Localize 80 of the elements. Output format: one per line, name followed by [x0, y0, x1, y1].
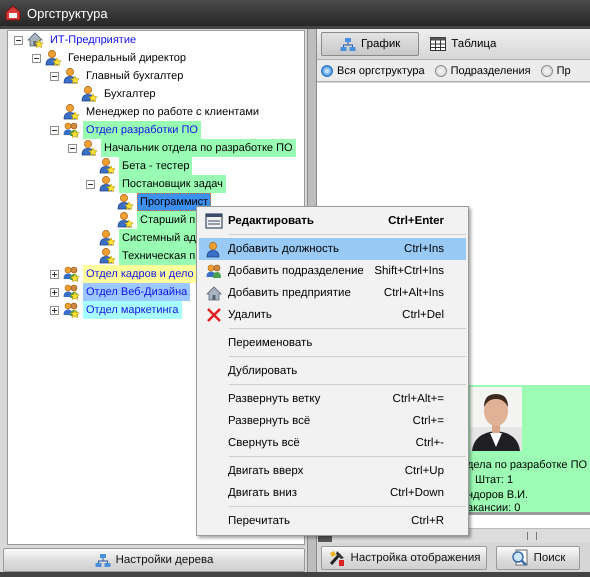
radio-button[interactable]	[321, 64, 333, 76]
group-icon	[63, 265, 81, 283]
tree-item[interactable]: Начальник отдела по разработке ПО	[101, 139, 296, 157]
collapse-toggle[interactable]	[50, 72, 58, 80]
menu-item[interactable]: Развернуть ветку Ctrl+Alt+=	[199, 388, 466, 410]
tree-item[interactable]: Менеджер по работе с клиентами	[83, 103, 262, 121]
person-icon	[81, 85, 99, 103]
expand-toggle[interactable]	[50, 270, 58, 278]
delete-icon	[206, 307, 222, 323]
menu-item[interactable]: Добавить должность Ctrl+Ins	[199, 238, 466, 260]
menu-item[interactable]: Свернуть всё Ctrl+-	[199, 432, 466, 454]
expand-toggle[interactable]	[50, 288, 58, 296]
menu-item[interactable]: Переименовать	[199, 332, 466, 354]
collapse-toggle[interactable]	[86, 180, 94, 188]
radio-button[interactable]	[540, 64, 553, 76]
radio-label[interactable]: Подразделения	[450, 64, 531, 76]
table-icon	[430, 37, 446, 51]
card-text: ндоров В.И.	[467, 489, 528, 501]
person-icon	[117, 193, 135, 211]
menu-item[interactable]: Добавить подразделение Shift+Ctrl+Ins	[199, 260, 466, 282]
menu-item[interactable]: Редактировать Ctrl+Enter	[199, 210, 466, 232]
display-settings-button[interactable]: Настройка отображения	[321, 546, 487, 570]
menu-item[interactable]: Удалить Ctrl+Del	[199, 304, 466, 326]
house-icon	[206, 285, 222, 301]
tree-item[interactable]: Отдел маркетинга	[83, 301, 182, 319]
card-text: акансии: 0	[467, 502, 520, 514]
expand-toggle[interactable]	[50, 306, 58, 314]
collapse-toggle[interactable]	[14, 36, 22, 44]
radio-label[interactable]: Пр	[556, 64, 571, 76]
person-icon	[206, 240, 222, 258]
tree-item[interactable]: Постановщик задач	[119, 175, 226, 193]
group-icon	[63, 283, 81, 301]
tree-item[interactable]: Системный ад	[119, 229, 199, 247]
view-tab[interactable]: Таблица	[423, 32, 504, 56]
person-icon	[45, 49, 63, 67]
tree-item[interactable]: Генеральный директор	[65, 49, 189, 67]
menu-item[interactable]: Двигать вверх Ctrl+Up	[199, 460, 466, 482]
group-icon	[206, 263, 222, 279]
collapse-toggle[interactable]	[32, 54, 40, 62]
group-icon	[63, 121, 81, 139]
app-icon	[5, 5, 21, 21]
edit-icon	[204, 212, 222, 230]
tree-item[interactable]: Техническая п	[119, 247, 198, 265]
building-icon	[27, 31, 45, 49]
person-icon	[63, 67, 81, 85]
tools-icon	[328, 548, 346, 566]
tree-item[interactable]: Отдел разработки ПО	[83, 121, 201, 139]
person-icon	[63, 103, 81, 121]
group-icon	[63, 301, 81, 319]
person-icon	[99, 157, 117, 175]
person-icon	[99, 247, 117, 265]
person-icon	[99, 229, 117, 247]
radio-label[interactable]: Вся оргструктура	[337, 64, 425, 76]
person-icon	[81, 139, 99, 157]
tree-item[interactable]: Отдел кадров и дело	[83, 265, 197, 283]
menu-item[interactable]: Дублировать	[199, 360, 466, 382]
org-chart-icon	[340, 36, 356, 52]
tree-item[interactable]: Программист	[137, 193, 212, 211]
menu-item[interactable]: Добавить предприятие Ctrl+Alt+Ins	[199, 282, 466, 304]
tree-item[interactable]: Бухгалтер	[101, 85, 158, 103]
card-text: Штат: 1	[475, 474, 514, 486]
view-tab[interactable]: График	[321, 32, 420, 56]
menu-item[interactable]: Развернуть всё Ctrl+=	[199, 410, 466, 432]
org-chart-icon	[94, 552, 111, 568]
tree-item[interactable]: Отдел Веб-Дизайна	[83, 283, 190, 301]
tree-item[interactable]: Главный бухгалтер	[83, 67, 186, 85]
menu-item[interactable]: Перечитать Ctrl+R	[199, 510, 466, 532]
radio-button[interactable]	[434, 64, 447, 76]
tree-settings-button[interactable]: Настройки дерева	[3, 548, 305, 572]
search-button[interactable]: Поиск	[496, 546, 580, 570]
person-icon	[117, 211, 135, 229]
collapse-toggle[interactable]	[68, 144, 76, 152]
person-icon	[99, 175, 117, 193]
collapse-toggle[interactable]	[50, 126, 58, 134]
tree-item[interactable]: Старший п	[137, 211, 198, 229]
tree-item[interactable]: ИТ-Предприятие	[47, 31, 140, 49]
menu-item[interactable]: Двигать вниз Ctrl+Down	[199, 482, 466, 504]
window-title: Оргструктура	[27, 6, 108, 20]
search-icon	[510, 548, 529, 566]
tree-item[interactable]: Бета - тестер	[119, 157, 192, 175]
